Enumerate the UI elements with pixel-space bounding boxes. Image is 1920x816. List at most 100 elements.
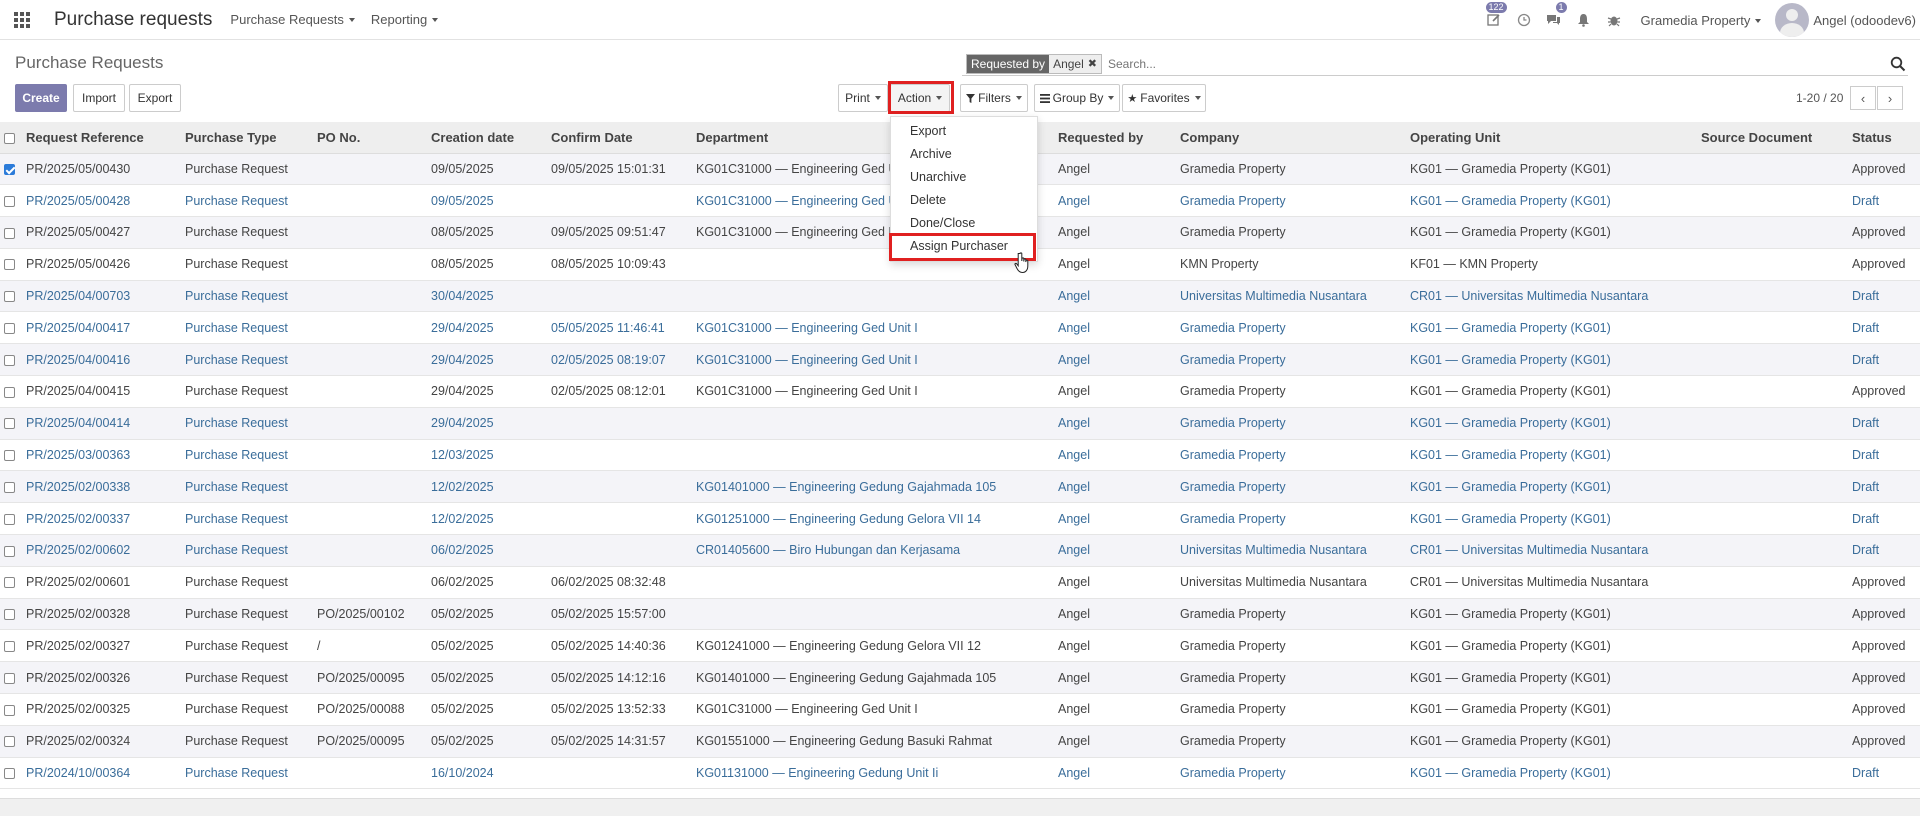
menu-item-export[interactable]: Export xyxy=(891,120,1037,143)
table-row[interactable]: PR/2025/02/00602 Purchase Request 06/02/20… xyxy=(0,534,1920,567)
row-select-cell[interactable] xyxy=(0,185,22,217)
search-bar[interactable]: Requested by Angel ✖ xyxy=(962,53,1908,76)
row-checkbox[interactable] xyxy=(4,577,15,589)
row-select-cell[interactable] xyxy=(0,503,22,535)
row-select-cell[interactable] xyxy=(0,566,22,598)
row-checkbox[interactable] xyxy=(4,641,15,653)
table-row[interactable]: PR/2025/04/00703 Purchase Request 30/04/20… xyxy=(0,280,1920,312)
apps-menu-icon[interactable] xyxy=(0,0,44,40)
search-icon[interactable] xyxy=(1890,56,1906,72)
row-select-cell[interactable] xyxy=(0,153,22,185)
column-header[interactable]: Requested by xyxy=(1054,122,1176,154)
table-row[interactable]: PR/2025/02/00328 Purchase Request PO/2025/… xyxy=(0,598,1920,630)
user-menu[interactable]: Angel (odoodev6) xyxy=(1775,3,1916,37)
bug-icon[interactable] xyxy=(1599,0,1629,40)
row-checkbox[interactable] xyxy=(4,545,15,557)
row-checkbox[interactable] xyxy=(4,195,15,207)
row-select-cell[interactable] xyxy=(0,376,22,408)
table-row[interactable]: PR/2025/02/00601 Purchase Request 06/02/20… xyxy=(0,566,1920,599)
column-header[interactable]: Confirm Date xyxy=(547,122,692,154)
row-select-cell[interactable] xyxy=(0,280,22,312)
row-select-cell[interactable] xyxy=(0,757,22,789)
pager-next-button[interactable]: › xyxy=(1877,86,1903,110)
row-checkbox[interactable] xyxy=(4,323,15,335)
table-row[interactable]: PR/2025/04/00414 Purchase Request 29/04/20… xyxy=(0,407,1920,440)
row-checkbox[interactable] xyxy=(4,609,15,621)
cell-confirm-date: 05/02/2025 14:31:57 xyxy=(551,734,666,749)
row-select-cell[interactable] xyxy=(0,598,22,630)
menu-item-done-close[interactable]: Done/Close xyxy=(891,212,1037,235)
row-select-cell[interactable] xyxy=(0,535,22,567)
row-checkbox[interactable] xyxy=(4,386,15,398)
pager-previous-button[interactable]: ‹ xyxy=(1850,86,1876,110)
table-row[interactable]: PR/2025/02/00324 Purchase Request PO/2025/… xyxy=(0,725,1920,758)
row-select-cell[interactable] xyxy=(0,439,22,471)
facet-remove-icon[interactable]: ✖ xyxy=(1087,55,1101,73)
row-select-cell[interactable] xyxy=(0,312,22,344)
row-checkbox[interactable] xyxy=(4,736,15,748)
row-checkbox[interactable] xyxy=(4,513,15,525)
column-header[interactable]: Operating Unit xyxy=(1406,122,1697,154)
column-header[interactable]: Company xyxy=(1176,122,1406,154)
row-checkbox[interactable] xyxy=(4,768,15,780)
column-header[interactable]: Creation date xyxy=(427,122,547,154)
row-checkbox[interactable] xyxy=(4,418,15,430)
menu-item-unarchive[interactable]: Unarchive xyxy=(891,166,1037,189)
row-checkbox[interactable] xyxy=(4,450,15,462)
column-header[interactable]: PO No. xyxy=(313,122,427,154)
menu-reporting[interactable]: Reporting xyxy=(371,12,439,27)
favorites-button[interactable]: ★ Favorites xyxy=(1122,84,1206,112)
row-select-cell[interactable] xyxy=(0,344,22,376)
company-switcher[interactable]: Gramedia Property xyxy=(1641,13,1762,28)
row-checkbox[interactable] xyxy=(4,227,15,239)
filters-button[interactable]: Filters xyxy=(960,84,1028,112)
column-header[interactable]: Purchase Type xyxy=(181,122,313,154)
table-row[interactable]: PR/2025/04/00417 Purchase Request 29/04/20… xyxy=(0,311,1920,344)
table-row[interactable]: PR/2024/10/00364 Purchase Request 16/10/20… xyxy=(0,757,1920,789)
search-input[interactable] xyxy=(1107,57,1908,71)
select-all-checkbox[interactable] xyxy=(4,132,15,144)
bell-icon[interactable] xyxy=(1569,0,1599,40)
column-header[interactable]: Request Reference xyxy=(22,122,181,154)
messages-icon[interactable]: 1 xyxy=(1539,0,1569,40)
group-by-button[interactable]: Group By xyxy=(1034,84,1120,112)
row-select-cell[interactable] xyxy=(0,217,22,249)
row-checkbox[interactable] xyxy=(4,704,15,716)
row-select-cell[interactable] xyxy=(0,662,22,694)
row-select-cell[interactable] xyxy=(0,630,22,662)
table-row[interactable]: PR/2025/03/00363 Purchase Request 12/03/20… xyxy=(0,439,1920,471)
table-row[interactable]: PR/2025/02/00337 Purchase Request 12/02/20… xyxy=(0,502,1920,535)
activity-edit-icon[interactable]: 122 xyxy=(1479,0,1509,40)
row-checkbox[interactable] xyxy=(4,164,15,176)
row-select-cell[interactable] xyxy=(0,407,22,439)
clock-icon[interactable] xyxy=(1509,0,1539,40)
cell-requested-by: Angel xyxy=(1058,384,1090,399)
table-row[interactable]: PR/2025/02/00338 Purchase Request 12/02/20… xyxy=(0,470,1920,503)
column-header[interactable]: Status xyxy=(1848,122,1920,154)
row-checkbox[interactable] xyxy=(4,291,15,303)
import-button[interactable]: Import xyxy=(73,84,125,112)
print-button[interactable]: Print xyxy=(838,84,888,112)
horizontal-scrollbar[interactable] xyxy=(0,798,1920,816)
table-row[interactable]: PR/2025/04/00416 Purchase Request 29/04/20… xyxy=(0,343,1920,376)
row-select-cell[interactable] xyxy=(0,471,22,503)
export-button[interactable]: Export xyxy=(129,84,181,112)
create-button[interactable]: Create xyxy=(15,84,67,112)
menu-item-delete[interactable]: Delete xyxy=(891,189,1037,212)
row-select-cell[interactable] xyxy=(0,248,22,280)
row-checkbox[interactable] xyxy=(4,354,15,366)
column-header[interactable]: Source Document xyxy=(1697,122,1848,154)
table-row[interactable]: PR/2025/02/00327 Purchase Request / 05/02/2… xyxy=(0,629,1920,662)
table-row[interactable]: PR/2025/02/00325 Purchase Request PO/2025/… xyxy=(0,693,1920,726)
select-all-cell[interactable] xyxy=(0,122,22,154)
row-select-cell[interactable] xyxy=(0,725,22,757)
row-select-cell[interactable] xyxy=(0,694,22,726)
table-row[interactable]: PR/2025/02/00326 Purchase Request PO/2025/… xyxy=(0,661,1920,694)
row-checkbox[interactable] xyxy=(4,672,15,684)
table-row[interactable]: PR/2025/04/00415 Purchase Request 29/04/20… xyxy=(0,375,1920,408)
row-checkbox[interactable] xyxy=(4,259,15,271)
action-button[interactable]: Action xyxy=(890,84,950,112)
menu-item-archive[interactable]: Archive xyxy=(891,143,1037,166)
row-checkbox[interactable] xyxy=(4,482,15,494)
menu-purchase-requests[interactable]: Purchase Requests xyxy=(230,12,355,27)
